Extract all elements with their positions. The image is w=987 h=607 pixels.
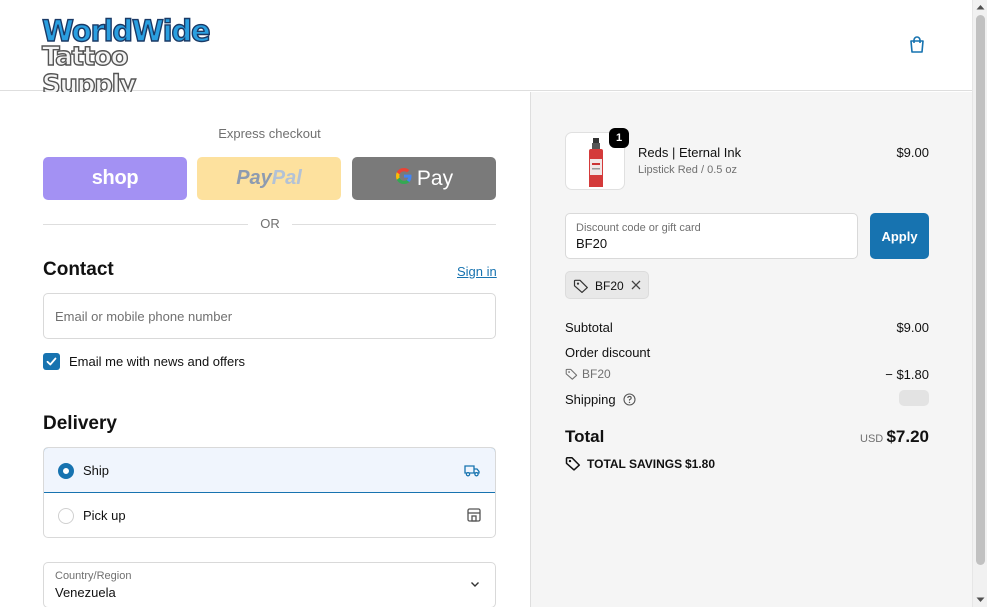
- scroll-up-arrow-icon[interactable]: [973, 0, 987, 14]
- ship-label: Ship: [83, 463, 110, 478]
- store-logo[interactable]: WorldWide Tattoo Supply: [41, 15, 226, 99]
- delivery-option-ship[interactable]: Ship: [44, 448, 495, 493]
- paypal-label-pay: Pay: [236, 167, 272, 189]
- total-value: $7.20: [886, 427, 929, 446]
- applied-discount-code: BF20: [595, 279, 624, 293]
- close-icon[interactable]: [629, 278, 643, 292]
- shopping-bag-icon: [910, 36, 924, 53]
- discount-code-label: Discount code or gift card: [576, 222, 701, 234]
- checkout-form: Express checkout shop PayPal Pay OR Cont…: [0, 92, 530, 607]
- shop-pay-label: shop: [91, 167, 139, 189]
- country-value: Venezuela: [55, 585, 116, 600]
- google-g-icon: [395, 167, 413, 191]
- google-pay-label: Pay: [416, 166, 454, 190]
- product-name: Reds | Eternal Ink: [638, 145, 742, 160]
- total-label: Total: [565, 427, 605, 446]
- newsletter-checkbox[interactable]: [43, 353, 60, 370]
- scrollbar-thumb[interactable]: [976, 15, 985, 565]
- total-savings-value: $1.80: [685, 457, 716, 471]
- shipping-row: Shipping: [565, 392, 636, 407]
- email-placeholder: Email or mobile phone number: [55, 309, 233, 324]
- paypal-label: PayPal: [236, 167, 302, 190]
- shipping-value-placeholder: [899, 390, 929, 406]
- discount-code-field[interactable]: Discount code or gift card BF20: [565, 213, 858, 259]
- or-label: OR: [260, 216, 280, 231]
- total-savings-label: TOTAL SAVINGS: [587, 457, 683, 471]
- savings-tag-icon: [565, 457, 581, 471]
- subtotal-label: Subtotal: [565, 320, 613, 335]
- apply-button[interactable]: Apply: [870, 213, 929, 259]
- google-pay-button[interactable]: Pay: [352, 157, 496, 200]
- order-discount-label: Order discount: [565, 345, 651, 360]
- logo-line-2: Tattoo Supply: [41, 42, 137, 100]
- newsletter-label: Email me with news and offers: [69, 354, 246, 369]
- page-scrollbar[interactable]: [972, 0, 987, 607]
- checkmark-icon: [46, 357, 57, 366]
- order-discount-code: BF20: [582, 367, 611, 381]
- ship-radio[interactable]: [58, 463, 74, 479]
- order-discount-code-row: BF20: [565, 367, 611, 381]
- paypal-label-pal: Pal: [271, 167, 302, 189]
- checkout-page: WorldWide Tattoo Supply Express checkout…: [0, 0, 987, 607]
- sign-in-link[interactable]: Sign in: [457, 264, 497, 279]
- store-icon: [467, 508, 481, 522]
- scroll-down-arrow-icon[interactable]: [973, 593, 987, 607]
- delivery-options: Ship Pick up: [43, 447, 496, 538]
- divider-right: [292, 224, 496, 225]
- cart-button[interactable]: [904, 32, 930, 58]
- subtotal-value: $9.00: [896, 320, 929, 335]
- product-price: $9.00: [896, 145, 929, 160]
- product-variant: Lipstick Red / 0.5 oz: [638, 164, 738, 176]
- divider-left: [43, 224, 248, 225]
- chevron-down-icon: [471, 582, 479, 587]
- order-summary: 1 Reds | Eternal Ink Lipstick Red / 0.5 …: [531, 92, 972, 607]
- help-icon[interactable]: [623, 393, 636, 406]
- applied-discount-chip: BF20: [565, 271, 649, 299]
- email-field[interactable]: Email or mobile phone number: [43, 293, 496, 339]
- shop-pay-button[interactable]: shop: [43, 157, 187, 200]
- quantity-badge: 1: [609, 128, 629, 148]
- delivery-option-pickup[interactable]: Pick up: [44, 493, 495, 537]
- tag-icon: [573, 279, 588, 293]
- country-label: Country/Region: [55, 570, 132, 582]
- delivery-title: Delivery: [43, 413, 117, 434]
- truck-icon: [464, 465, 480, 477]
- paypal-button[interactable]: PayPal: [197, 157, 341, 200]
- total-currency: USD: [860, 433, 884, 445]
- order-discount-value: − $1.80: [885, 367, 929, 382]
- header: WorldWide Tattoo Supply: [0, 0, 972, 100]
- country-select[interactable]: Country/Region Venezuela: [43, 562, 496, 607]
- express-checkout-label: Express checkout: [218, 126, 321, 141]
- pickup-label: Pick up: [83, 508, 126, 523]
- shipping-label: Shipping: [565, 392, 616, 407]
- discount-code-value: BF20: [576, 236, 608, 251]
- contact-title: Contact: [43, 259, 114, 280]
- tag-icon: [565, 368, 578, 380]
- pickup-radio[interactable]: [58, 508, 74, 524]
